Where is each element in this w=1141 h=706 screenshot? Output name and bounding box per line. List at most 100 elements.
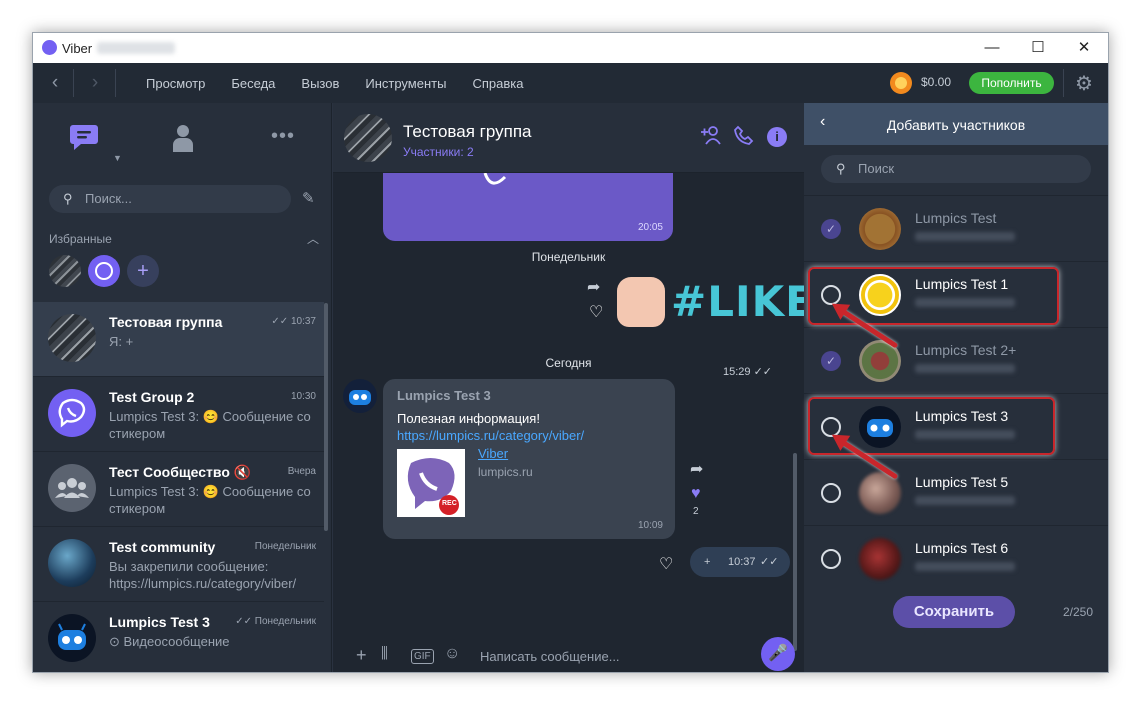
sticker-icon[interactable]: ☺ — [444, 645, 460, 663]
contact-name: Lumpics Test — [915, 210, 997, 226]
chats-tab-icon[interactable] — [69, 123, 99, 151]
checkbox-unchecked[interactable] — [821, 483, 841, 503]
forward-icon[interactable]: ➦ — [690, 459, 703, 479]
member-search-input[interactable]: ⚲ Поиск — [821, 155, 1091, 183]
gif-icon[interactable]: GIF — [411, 649, 434, 664]
menu-item-help[interactable]: Справка — [472, 76, 523, 91]
message-time: 20:05 — [637, 222, 663, 233]
forward-icon[interactable]: › — [81, 71, 109, 95]
contact-phone-blurred — [915, 232, 1015, 241]
chat-preview: Я: + — [109, 334, 134, 349]
contact-phone-blurred — [915, 562, 1015, 571]
outgoing-message[interactable]: + 10:37 ✓✓ — [690, 547, 790, 577]
favorite-viber-avatar[interactable] — [88, 255, 120, 287]
contact-row[interactable]: Lumpics Test 5 — [804, 459, 1108, 525]
conversation-title[interactable]: Тестовая группа — [403, 122, 532, 142]
chevron-down-icon[interactable]: ▼ — [113, 153, 122, 163]
message-input[interactable]: Написать сообщение... — [480, 649, 620, 664]
chat-search-input[interactable]: ⚲ Поиск... — [49, 185, 291, 213]
contact-phone-blurred — [915, 496, 1015, 505]
contact-row[interactable]: Lumpics Test 6 — [804, 525, 1108, 591]
balance-amount: $0.00 — [921, 75, 952, 89]
heart-icon[interactable]: ♡ — [659, 554, 673, 574]
microphone-button[interactable]: 🎤 — [761, 637, 795, 671]
contacts-tab-icon[interactable] — [172, 123, 194, 153]
robot-icon — [58, 623, 86, 650]
gear-icon[interactable]: ⚙ — [1075, 71, 1093, 96]
contact-row[interactable]: ✓ Lumpics Test 2+ — [804, 327, 1108, 393]
incoming-message[interactable]: Lumpics Test 3 Полезная информация! http… — [383, 379, 675, 539]
divider — [73, 69, 74, 97]
favorite-avatar[interactable] — [49, 255, 81, 287]
community-avatar — [48, 539, 96, 587]
plus-icon[interactable]: + — [356, 645, 367, 666]
search-icon: ⚲ — [63, 191, 73, 206]
chat-item[interactable]: Test Group 2 10:30 Lumpics Test 3: 😊 Соо… — [33, 377, 324, 452]
topup-button[interactable]: Пополнить — [969, 72, 1054, 94]
back-icon[interactable]: ‹ — [41, 71, 69, 95]
compose-icon[interactable]: ✎ — [302, 189, 315, 207]
message-text: Полезная информация! https://lumpics.ru/… — [397, 410, 667, 444]
divider — [1063, 69, 1064, 97]
forward-icon[interactable]: ➦ — [587, 277, 600, 297]
sticker-text: #LIKE — [671, 277, 815, 326]
poll-icon[interactable]: ⫼ — [381, 645, 388, 662]
window-title: Viber — [62, 41, 93, 56]
add-favorite-icon[interactable]: + — [127, 255, 159, 287]
favorites-title: Избранные — [49, 232, 112, 246]
menu-item-call[interactable]: Вызов — [301, 76, 339, 91]
conversation-participants[interactable]: Участники: 2 — [403, 145, 474, 159]
chat-item[interactable]: Lumpics Test 3 ✓✓ Понедельник ⊙ Видеосоо… — [33, 602, 324, 672]
maximize-button[interactable]: ☐ — [1015, 33, 1061, 63]
info-icon[interactable]: i — [767, 127, 787, 147]
minimize-button[interactable]: — — [969, 33, 1015, 63]
menu-item-conversation[interactable]: Беседа — [231, 76, 275, 91]
add-participant-icon[interactable] — [700, 125, 722, 151]
contact-name: Lumpics Test 6 — [915, 540, 1009, 556]
add-participant-svg — [701, 126, 721, 145]
chat-item[interactable]: Тестовая группа ✓✓ 10:37 Я: + — [33, 302, 324, 377]
save-button[interactable]: Сохранить — [893, 596, 1015, 628]
group-avatar[interactable] — [344, 114, 392, 162]
checkbox-unchecked[interactable] — [821, 549, 841, 569]
checkbox-checked[interactable]: ✓ — [821, 351, 841, 371]
message-bubble[interactable]: 20:05 — [383, 173, 673, 241]
checkbox-checked[interactable]: ✓ — [821, 219, 841, 239]
contact-name: Lumpics Test 2+ — [915, 342, 1017, 358]
community-avatar — [48, 464, 96, 512]
chat-time: 10:30 — [290, 391, 316, 402]
chat-item[interactable]: Test community Понедельник Вы закрепили … — [33, 527, 324, 602]
viber-logo-icon — [95, 262, 113, 280]
menu-item-tools[interactable]: Инструменты — [365, 76, 446, 91]
close-button[interactable]: ✕ — [1061, 33, 1107, 63]
chevron-up-icon[interactable]: ︿ — [307, 230, 319, 247]
orange-avatar — [859, 208, 901, 250]
heart-filled-icon[interactable]: ♥ — [691, 485, 701, 503]
read-checkmark-icon: ✓✓ — [760, 556, 779, 568]
menu-item-view[interactable]: Просмотр — [146, 76, 205, 91]
link-preview-title[interactable]: Viber — [478, 446, 508, 461]
heart-icon[interactable]: ♡ — [589, 302, 603, 322]
photo-avatar-blurred — [859, 538, 901, 580]
sender-avatar[interactable] — [343, 379, 377, 413]
add-members-title: Добавить участников — [886, 117, 1026, 133]
contact-row[interactable]: ✓ Lumpics Test — [804, 195, 1108, 261]
conversation-scrollbar[interactable] — [793, 453, 797, 651]
robot-icon — [349, 390, 371, 405]
call-icon[interactable] — [734, 125, 754, 151]
more-icon[interactable]: ••• — [271, 125, 295, 148]
link-preview-image[interactable]: REC — [397, 449, 465, 517]
chat-name: Test community — [109, 539, 216, 555]
like-sticker[interactable]: #LIKE — [617, 275, 817, 329]
menu-bar: ‹ › Просмотр Беседа Вызов Инструменты Сп… — [33, 63, 1108, 103]
date-separator: Сегодня — [545, 356, 592, 370]
chat-time: ✓✓ 10:37 — [271, 316, 316, 327]
chat-preview: Lumpics Test 3: 😊 Сообщение со стикером — [109, 484, 311, 516]
group-avatar — [48, 314, 96, 362]
link-preview-domain: lumpics.ru — [478, 465, 533, 479]
message-link[interactable]: https://lumpics.ru/category/viber/ — [397, 428, 584, 443]
title-bar: Viber — ☐ ✕ — [33, 33, 1108, 63]
chat-list-scrollbar[interactable] — [324, 303, 328, 531]
chat-item[interactable]: Тест Сообщество 🔇 Вчера Lumpics Test 3: … — [33, 452, 324, 527]
reaction-count: 2 — [693, 506, 699, 517]
